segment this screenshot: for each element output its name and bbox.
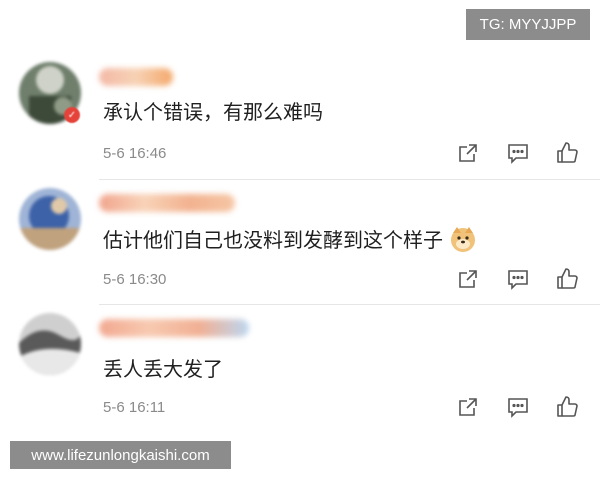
share-button[interactable] [455,266,481,292]
comment-icon [508,144,528,164]
verified-badge-icon: ✓ [64,107,80,123]
like-button[interactable] [554,140,580,166]
like-button[interactable] [554,394,580,420]
comment-item: 估计他们自己也没料到发酵到这个样子 5-6 16:30 [0,180,600,306]
reply-button[interactable] [505,140,531,166]
like-button[interactable] [554,266,580,292]
reply-button[interactable] [505,394,531,420]
comment-text: 估计他们自己也没料到发酵到这个样子 [103,224,477,253]
username-blurred[interactable] [99,194,235,212]
thumbs-up-icon [557,268,578,289]
comment-item: ✓ 承认个错误，有那么难吗 5-6 16:46 [0,54,600,180]
thumbs-up-icon [557,142,578,163]
share-button[interactable] [455,394,481,420]
tg-watermark: TG: MYYJJPP [466,9,590,40]
username-blurred[interactable] [99,68,173,86]
comment-icon [508,270,528,290]
doge-emoji-icon [449,225,477,253]
avatar[interactable] [19,188,81,250]
username-blurred[interactable] [99,319,249,337]
comment-text: 承认个错误，有那么难吗 [103,96,323,125]
share-icon [459,144,477,162]
share-button[interactable] [455,140,481,166]
comment-timestamp: 5-6 16:46 [103,145,167,162]
comment-timestamp: 5-6 16:30 [103,271,167,288]
comment-text-content: 承认个错误，有那么难吗 [103,100,323,124]
comment-timestamp: 5-6 16:11 [103,399,166,416]
share-icon [459,398,477,416]
comment-text-content: 估计他们自己也没料到发酵到这个样子 [103,228,443,252]
comment-text: 丢人丢大发了 [103,353,223,382]
avatar[interactable] [19,313,81,375]
reply-button[interactable] [505,266,531,292]
comment-icon [508,398,528,418]
share-icon [459,270,477,288]
comment-text-content: 丢人丢大发了 [103,357,223,381]
comment-item: 丢人丢大发了 5-6 16:11 [0,305,600,431]
thumbs-up-icon [557,396,578,417]
site-watermark: www.lifezunlongkaishi.com [10,441,231,469]
